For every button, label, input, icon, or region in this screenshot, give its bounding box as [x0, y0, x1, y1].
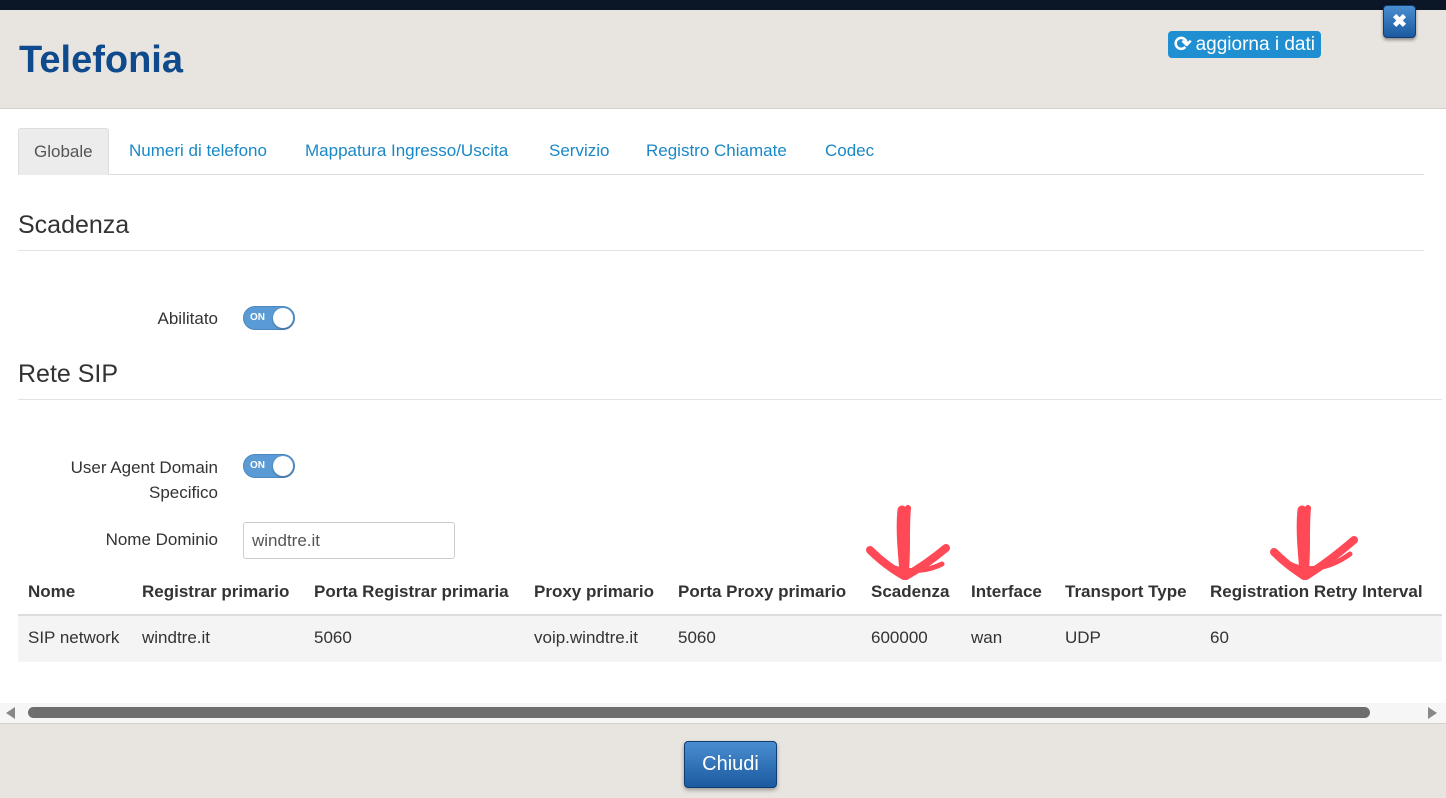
toggle-state: ON — [250, 312, 265, 323]
scrollbar-thumb[interactable] — [28, 707, 1370, 718]
tab-bar: Globale Numeri di telefono Mappatura Ing… — [18, 128, 1424, 175]
modal-header: Telefonia ⟳ aggiorna i dati ✖ — [0, 5, 1446, 109]
cell-registration-retry-interval: 60 — [1210, 628, 1229, 647]
user-agent-domain-toggle[interactable]: ON — [243, 454, 295, 478]
column-header-transport-type[interactable]: Transport Type — [1065, 570, 1187, 614]
refresh-label: aggiorna i dati — [1195, 33, 1315, 55]
tab-numeri-di-telefono[interactable]: Numeri di telefono — [129, 128, 267, 175]
section-divider — [18, 250, 1424, 251]
toggle-knob — [273, 308, 293, 328]
chiudi-button[interactable]: Chiudi — [684, 741, 777, 788]
annotation-arrow-icon — [866, 505, 950, 580]
nome-dominio-input[interactable] — [243, 522, 455, 559]
horizontal-scrollbar[interactable] — [0, 703, 1446, 723]
tab-mappatura-ingresso-uscita[interactable]: Mappatura Ingresso/Uscita — [305, 128, 508, 175]
telefonia-modal: Telefonia ⟳ aggiorna i dati ✖ Globale Nu… — [0, 5, 1446, 798]
abilitato-toggle[interactable]: ON — [243, 306, 295, 330]
cell-porta-registrar-primaria: 5060 — [314, 628, 352, 647]
column-header-proxy-primario[interactable]: Proxy primario — [534, 570, 654, 614]
toggle-state: ON — [250, 460, 265, 471]
table-header: Nome Registrar primario Porta Registrar … — [18, 570, 1442, 616]
tab-codec[interactable]: Codec — [825, 128, 874, 175]
user-agent-domain-label-line1: User Agent Domain — [70, 458, 218, 477]
close-icon: ✖ — [1391, 11, 1408, 31]
column-header-porta-proxy-primario[interactable]: Porta Proxy primario — [678, 570, 846, 614]
table-row[interactable]: SIP network windtre.it 5060 voip.windtre… — [18, 616, 1442, 662]
cell-registrar-primario: windtre.it — [142, 628, 211, 647]
tab-registro-chiamate[interactable]: Registro Chiamate — [646, 128, 787, 175]
modal-footer: Chiudi — [0, 723, 1446, 798]
cell-porta-proxy-primario: 5060 — [678, 628, 716, 647]
cell-scadenza: 600000 — [871, 628, 928, 647]
cell-transport-type: UDP — [1065, 628, 1101, 647]
section-title-scadenza: Scadenza — [18, 211, 130, 239]
refresh-data-button[interactable]: ⟳ aggiorna i dati — [1168, 31, 1321, 58]
tab-globale[interactable]: Globale — [18, 128, 109, 175]
toggle-knob — [273, 456, 293, 476]
modal-title: Telefonia — [19, 39, 183, 81]
tab-servizio[interactable]: Servizio — [549, 128, 609, 175]
section-divider — [18, 399, 1442, 400]
cell-nome: SIP network — [28, 628, 120, 647]
annotation-arrow-icon — [1270, 505, 1358, 580]
abilitato-label: Abilitato — [157, 309, 218, 328]
nome-dominio-label: Nome Dominio — [105, 530, 218, 549]
refresh-icon: ⟳ — [1174, 33, 1192, 56]
column-header-interface[interactable]: Interface — [971, 570, 1042, 614]
close-modal-button[interactable]: ✖ — [1383, 5, 1416, 38]
column-header-porta-registrar-primaria[interactable]: Porta Registrar primaria — [314, 570, 509, 614]
section-title-rete-sip: Rete SIP — [18, 360, 119, 388]
user-agent-domain-label: User Agent Domain Specifico — [40, 455, 218, 505]
column-header-nome[interactable]: Nome — [28, 570, 75, 614]
scroll-right-arrow-icon[interactable] — [1428, 707, 1437, 719]
cell-interface: wan — [971, 628, 1003, 647]
user-agent-domain-label-line2: Specifico — [149, 483, 218, 502]
scroll-left-arrow-icon[interactable] — [6, 707, 15, 719]
column-header-registrar-primario[interactable]: Registrar primario — [142, 570, 289, 614]
cell-proxy-primario: voip.windtre.it — [534, 628, 638, 647]
